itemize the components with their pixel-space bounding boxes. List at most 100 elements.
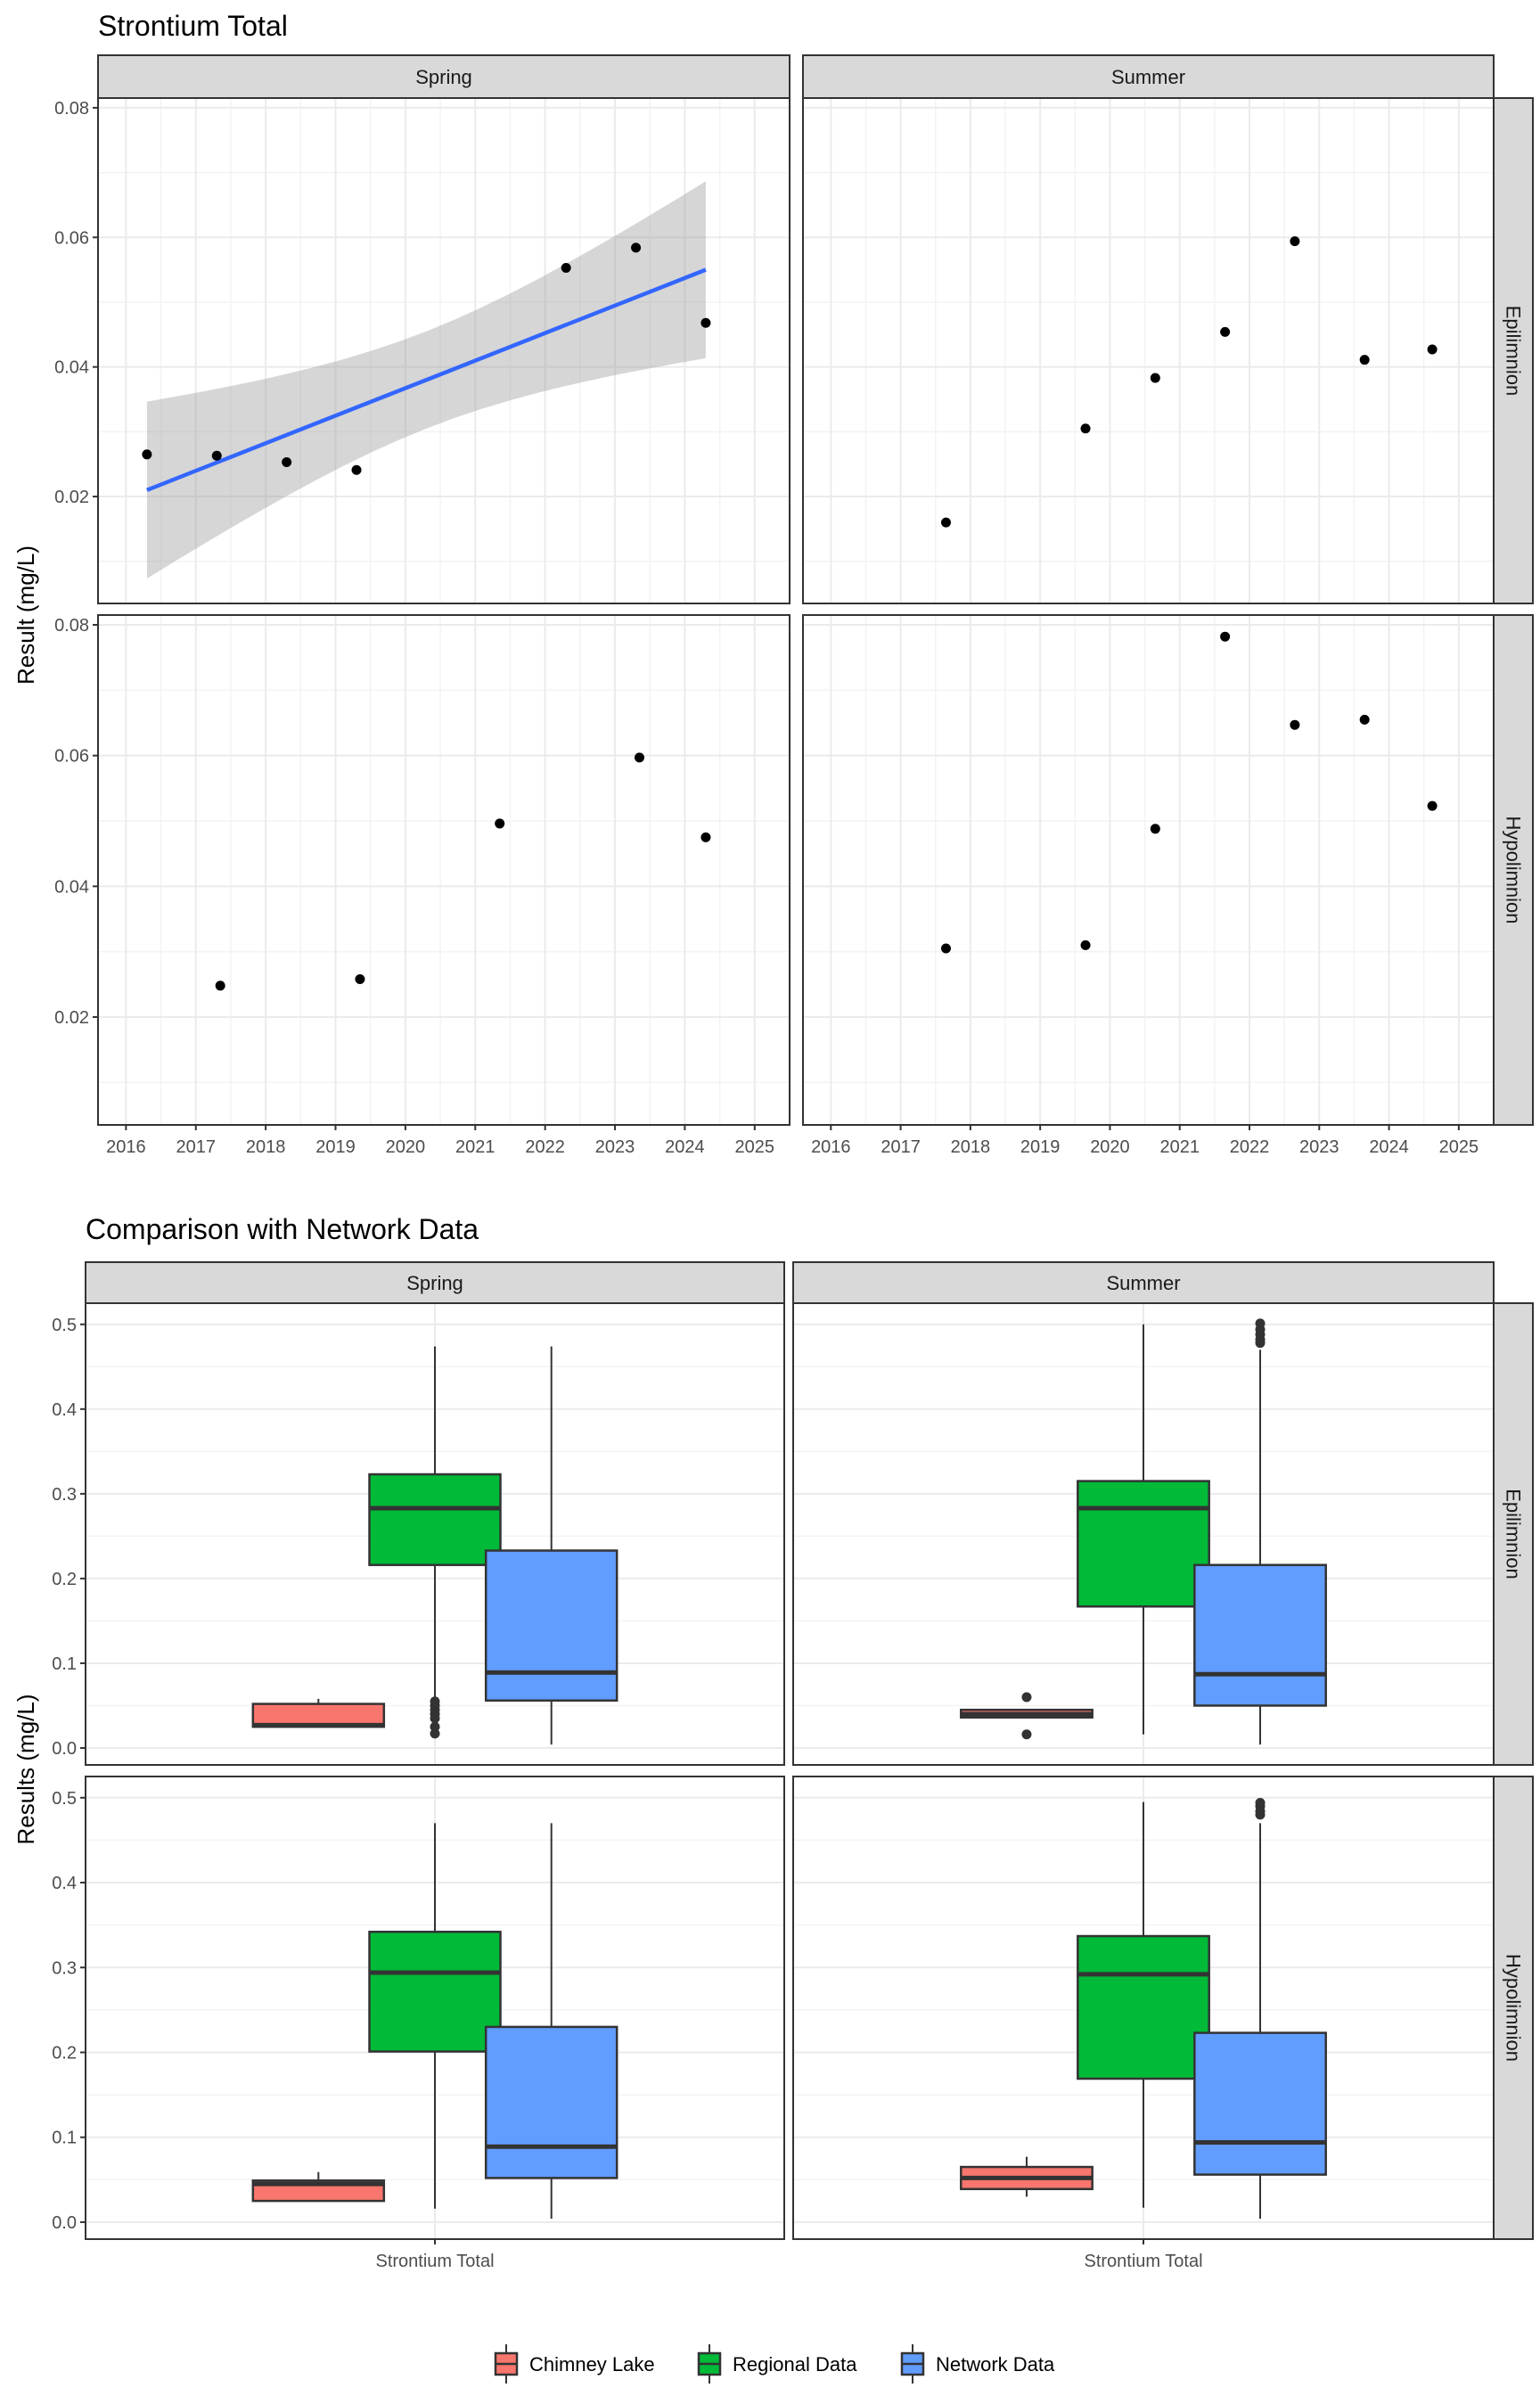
x-tick-label: 2025 <box>1439 1137 1479 1157</box>
scatter-panel-summer-hypolimnion <box>802 614 1495 1126</box>
x-tick-label: 2019 <box>315 1137 356 1157</box>
x-tick-label: 2018 <box>246 1137 286 1157</box>
data-point <box>1220 631 1231 642</box>
x-tick-label: 2020 <box>386 1137 426 1157</box>
data-point <box>351 464 362 475</box>
data-point <box>1427 344 1438 355</box>
strip-label-spring: Spring <box>415 66 472 88</box>
y-tick-label: 0.5 <box>52 1789 77 1809</box>
scatter-panel-spring-epilimnion <box>97 97 790 604</box>
data-point <box>1359 355 1370 365</box>
box-iqr <box>1077 1480 1210 1608</box>
x-tick-label: 2022 <box>1230 1137 1270 1157</box>
x-tick-label: 2017 <box>176 1137 216 1157</box>
legend-label: Network Data <box>936 2353 1055 2375</box>
x-tick-label: Strontium Total <box>375 2252 494 2271</box>
strip-label-spring: Spring <box>406 1272 463 1294</box>
y-tick-label: 0.02 <box>54 1008 89 1028</box>
x-tick-label: 2019 <box>1020 1137 1061 1157</box>
x-tick-label: 2023 <box>1299 1137 1339 1157</box>
data-point <box>355 973 365 984</box>
x-tick-label: 2025 <box>735 1137 775 1157</box>
x-tick-label: 2018 <box>951 1137 991 1157</box>
x-tick-label: 2016 <box>811 1137 851 1157</box>
box-panel-summer-hypolimnion <box>792 1776 1495 2240</box>
strip-label-summer: Summer <box>1111 66 1185 88</box>
x-tick-label: 2021 <box>455 1137 496 1157</box>
y-tick-label: 0.4 <box>52 1400 77 1420</box>
y-tick-label: 0.08 <box>54 99 89 119</box>
box-panel-spring-hypolimnion <box>85 1776 785 2240</box>
box-iqr <box>484 1549 618 1703</box>
outlier-point <box>1021 1729 1032 1740</box>
data-point <box>940 517 951 528</box>
data-point <box>1080 423 1091 434</box>
data-point <box>631 242 642 253</box>
data-point <box>700 317 711 328</box>
strip-label-epilimnion: Epilimnion <box>1503 1489 1525 1580</box>
x-tick-label: Strontium Total <box>1084 2252 1202 2271</box>
box-iqr <box>1077 1934 1210 2080</box>
x-tick-label: 2017 <box>881 1137 921 1157</box>
y-tick-label: 0.3 <box>52 1958 77 1978</box>
outlier-point <box>430 1696 440 1707</box>
data-point <box>495 818 505 829</box>
panel-background <box>803 615 1494 1125</box>
strip-label-hypolimnion: Hypolimnion <box>1503 1954 1525 2062</box>
x-tick-label: 2022 <box>525 1137 565 1157</box>
y-tick-label: 0.02 <box>54 488 89 507</box>
scatter-panel-spring-hypolimnion <box>97 614 790 1126</box>
box-iqr <box>1193 1563 1327 1707</box>
data-point <box>561 262 571 273</box>
data-point <box>940 943 951 954</box>
data-point <box>215 981 225 991</box>
box-iqr <box>1193 2031 1327 2176</box>
x-tick-label: 2021 <box>1159 1137 1200 1157</box>
data-point <box>1150 824 1160 834</box>
figure: Strontium Total Result (mg/L) Spring Summ… <box>0 0 1540 2396</box>
scatter-y-axis-title: Result (mg/L) <box>12 546 39 685</box>
y-tick-label: 0.1 <box>52 2129 77 2148</box>
y-tick-label: 0.06 <box>54 747 89 767</box>
box-title: Comparison with Network Data <box>86 1213 479 1245</box>
data-point <box>211 450 222 461</box>
data-point <box>142 449 152 460</box>
data-point <box>1290 236 1300 247</box>
box-chimney-lake <box>251 1698 386 1728</box>
data-point <box>1427 800 1438 811</box>
box-iqr <box>368 1473 502 1566</box>
panel-background <box>803 98 1494 603</box>
box-y-axis-title: Results (mg/L) <box>12 1694 39 1844</box>
data-point <box>1359 714 1370 725</box>
data-point <box>1080 940 1091 950</box>
scatter-panel-summer-epilimnion <box>802 97 1495 604</box>
y-tick-label: 0.2 <box>52 1570 77 1589</box>
data-point <box>1220 326 1231 337</box>
y-tick-label: 0.06 <box>54 228 89 248</box>
data-point <box>634 752 644 763</box>
legend-label: Regional Data <box>733 2353 857 2375</box>
strip-label-summer: Summer <box>1106 1272 1180 1294</box>
panel-background <box>98 615 790 1125</box>
data-point <box>700 832 711 842</box>
x-tick-label: 2020 <box>1090 1137 1130 1157</box>
box-iqr <box>484 2025 618 2179</box>
scatter-title: Strontium Total <box>98 10 288 42</box>
x-tick-label: 2023 <box>595 1137 635 1157</box>
legend-label: Chimney Lake <box>529 2353 655 2375</box>
y-tick-label: 0.04 <box>54 877 89 897</box>
data-point <box>1150 373 1160 383</box>
x-tick-label: 2016 <box>106 1137 146 1157</box>
y-tick-label: 0.08 <box>54 616 89 636</box>
y-tick-label: 0.2 <box>52 2043 77 2063</box>
y-tick-label: 0.1 <box>52 1654 77 1674</box>
y-tick-label: 0.04 <box>54 358 89 378</box>
data-point <box>1290 719 1300 730</box>
x-tick-label: 2024 <box>1369 1137 1409 1157</box>
outlier-point <box>1255 1318 1266 1329</box>
outlier-point <box>1255 1798 1266 1809</box>
box-iqr <box>368 1931 502 2053</box>
strip-label-epilimnion: Epilimnion <box>1503 306 1525 397</box>
y-tick-label: 0.0 <box>52 1739 77 1759</box>
data-point <box>282 457 292 468</box>
